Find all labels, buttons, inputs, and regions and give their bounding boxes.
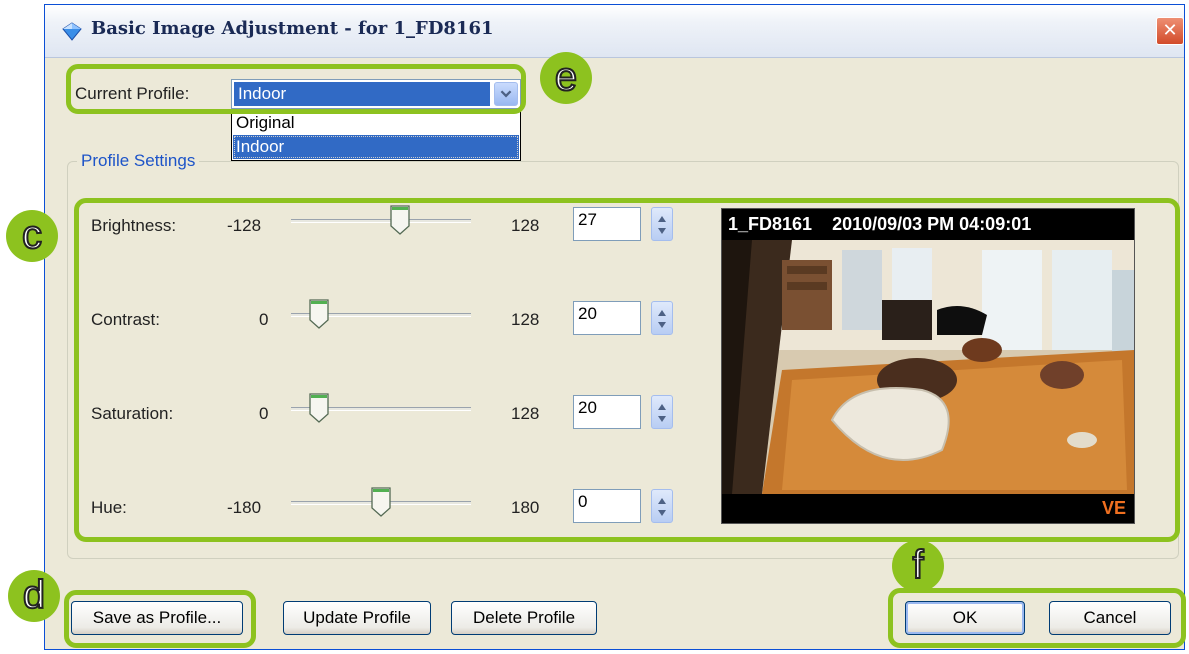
callout-d-badge: d (8, 570, 60, 622)
window-title: Basic Image Adjustment - for 1_FD8161 (91, 18, 494, 39)
callout-d-frame (64, 590, 256, 648)
callout-c-badge: c (6, 210, 58, 262)
delete-profile-button[interactable]: Delete Profile (451, 601, 597, 635)
profile-dropdown-list: Original Indoor (231, 109, 521, 161)
profile-option-original[interactable]: Original (233, 111, 519, 135)
update-profile-button[interactable]: Update Profile (283, 601, 431, 635)
profile-option-indoor[interactable]: Indoor (233, 135, 519, 159)
diamond-app-icon (62, 22, 82, 41)
profile-settings-label: Profile Settings (77, 151, 200, 171)
callout-e-badge: e (540, 52, 592, 104)
callout-f-badge: f (892, 540, 944, 592)
callout-e-frame (66, 64, 526, 114)
callout-f-frame (888, 588, 1186, 648)
close-button[interactable]: ✕ (1156, 17, 1184, 45)
close-icon: ✕ (1162, 20, 1178, 41)
title-bar[interactable]: Basic Image Adjustment - for 1_FD8161 ✕ (45, 5, 1184, 58)
callout-c-frame (74, 198, 1180, 542)
